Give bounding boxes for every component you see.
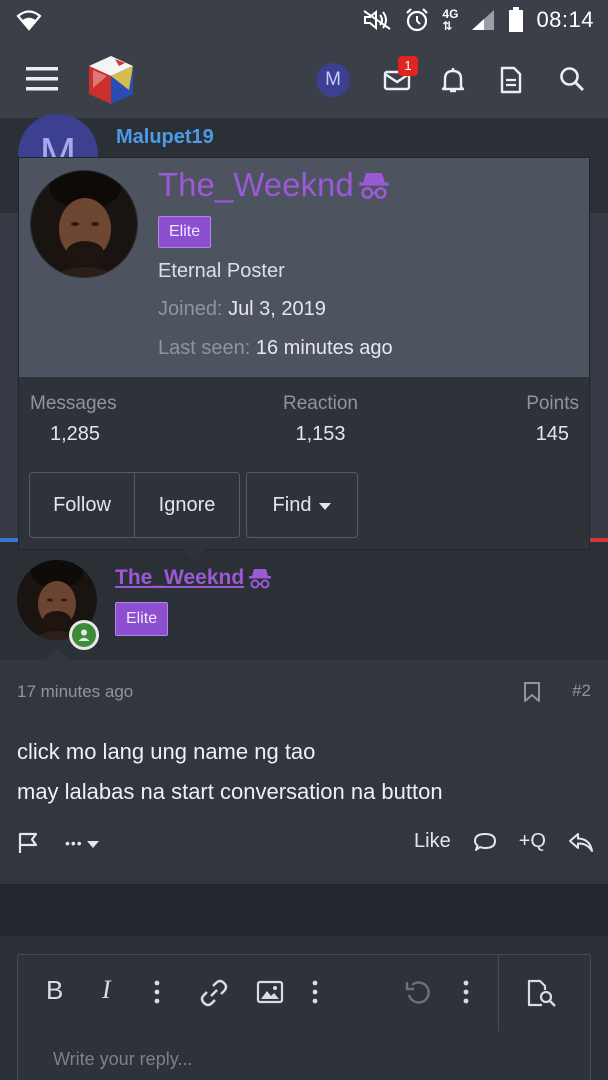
more-options-icon[interactable]	[463, 979, 469, 1005]
toolbar-divider	[498, 955, 499, 1031]
message-line: may lalabas na start conversation na but…	[17, 779, 443, 804]
clock: 08:14	[536, 7, 594, 32]
find-button[interactable]: Find	[247, 473, 357, 537]
status-icons: 4G ⇅ 08:14	[362, 6, 594, 34]
network-type: 4G ⇅	[442, 7, 459, 33]
app-header: M 1	[0, 40, 608, 118]
member-tooltip: The_Weeknd Elite Eternal Poster Joined: …	[18, 157, 590, 550]
author-link[interactable]: Malupet19	[116, 126, 214, 149]
post-timestamp[interactable]: 17 minutes ago	[17, 682, 133, 702]
member-actions: Follow Ignore Find	[29, 472, 358, 538]
post-actions-right: Like +Q	[414, 830, 594, 853]
post-message: click mo lang ung name ng tao may lalaba…	[17, 732, 443, 812]
italic-button[interactable]: I	[102, 975, 111, 1005]
post-body: 17 minutes ago #2 click mo lang ung name…	[0, 660, 608, 884]
more-options-icon[interactable]	[154, 979, 160, 1005]
user-title: Eternal Poster	[158, 260, 285, 282]
undo-icon[interactable]	[404, 979, 432, 1007]
status-bar: 4G ⇅ 08:14	[0, 0, 608, 40]
author-link[interactable]: The_Weeknd	[115, 566, 244, 590]
incognito-icon	[248, 567, 272, 589]
post-author[interactable]: The_Weeknd	[115, 566, 272, 590]
follow-button[interactable]: Follow	[30, 473, 135, 537]
multi-quote-button[interactable]: +Q	[519, 830, 546, 853]
reply-editor: B I Write your reply...	[17, 954, 591, 1080]
signal-icon	[470, 8, 496, 32]
last-seen: Last seen: 16 minutes ago	[158, 337, 393, 359]
battery-icon	[508, 7, 524, 33]
image-icon[interactable]	[256, 979, 284, 1005]
avatar[interactable]	[30, 170, 138, 278]
report-flag-icon[interactable]	[17, 832, 39, 854]
inbox-badge: 1	[398, 56, 418, 76]
preview-icon[interactable]	[526, 979, 558, 1007]
post-actions-left: •••	[17, 832, 99, 854]
like-button[interactable]: Like	[414, 830, 451, 853]
incognito-icon	[358, 170, 390, 200]
member-tooltip-header: The_Weeknd Elite Eternal Poster Joined: …	[19, 158, 589, 377]
more-actions-button[interactable]: •••	[65, 835, 99, 851]
menu-icon[interactable]	[26, 66, 58, 92]
more-options-icon[interactable]	[312, 979, 318, 1005]
chevron-down-icon	[86, 840, 99, 848]
bold-button[interactable]: B	[46, 975, 63, 1006]
reply-bubble-icon[interactable]	[473, 831, 497, 853]
rank-badge: Elite	[115, 602, 169, 636]
online-status-icon	[69, 620, 99, 650]
bookmark-icon[interactable]	[523, 681, 541, 703]
mute-icon	[362, 9, 392, 31]
rank-badge: Elite	[158, 216, 212, 248]
chevron-down-icon	[319, 502, 332, 510]
stat-points: Points 145	[526, 393, 579, 445]
link-icon[interactable]	[200, 979, 228, 1007]
search-icon[interactable]	[559, 66, 585, 92]
wifi-icon	[16, 8, 42, 32]
section-divider	[0, 884, 608, 936]
follow-ignore-group: Follow Ignore	[29, 472, 240, 538]
tooltip-pointer	[182, 549, 206, 561]
member-name[interactable]: The_Weeknd	[158, 166, 390, 204]
account-avatar[interactable]: M	[316, 63, 350, 97]
message-line: click mo lang ung name ng tao	[17, 739, 316, 764]
editor-toolbar: B I	[18, 955, 590, 1031]
stat-reaction: Reaction 1,153	[283, 393, 358, 445]
alarm-icon	[404, 7, 430, 33]
reply-input[interactable]: Write your reply...	[53, 1049, 192, 1070]
reply-arrow-icon[interactable]	[568, 831, 594, 853]
reply-area: B I Write your reply...	[0, 936, 608, 1080]
post-pointer	[45, 648, 69, 660]
ignore-button[interactable]: Ignore	[135, 473, 239, 537]
bell-icon[interactable]	[440, 66, 466, 94]
stat-messages[interactable]: Messages 1,285	[30, 393, 117, 446]
joined-date: Joined: Jul 3, 2019	[158, 298, 326, 320]
post: The_Weeknd Elite 17 minutes ago #2 click…	[0, 542, 608, 884]
document-icon[interactable]	[500, 66, 522, 94]
post-number[interactable]: #2	[572, 681, 591, 701]
find-group: Find	[246, 472, 358, 538]
site-logo[interactable]	[85, 54, 137, 106]
